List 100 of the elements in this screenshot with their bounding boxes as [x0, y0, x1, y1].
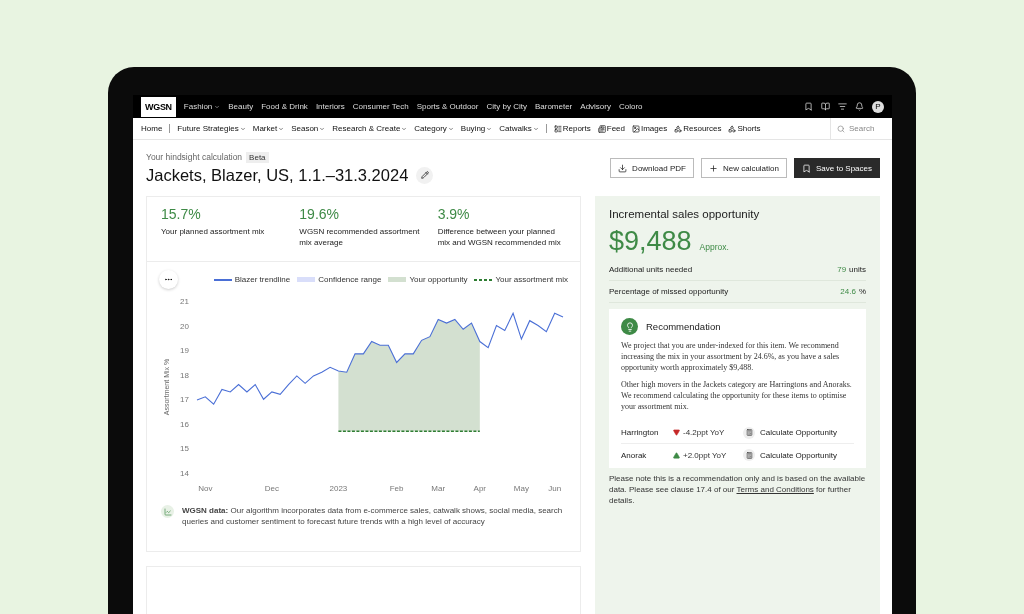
x-tick-label: May — [513, 484, 529, 493]
x-tick-label: Jun — [548, 484, 562, 493]
opportunity-amount: $9,488 — [609, 226, 692, 257]
page-eyebrow: Your hindsight calculation — [146, 152, 243, 162]
caret-icon — [486, 125, 493, 132]
calculator-icon — [743, 426, 755, 439]
nav-link[interactable]: Home — [141, 124, 163, 133]
legend-label: Confidence range — [318, 275, 382, 284]
brand-logo[interactable]: WGSN — [141, 96, 176, 117]
x-tick-label: 2023 — [329, 484, 348, 493]
filter-icon[interactable] — [838, 102, 847, 111]
y-tick-label: 19 — [180, 346, 189, 356]
top-nav-link[interactable]: Consumer Tech — [352, 102, 409, 111]
item-name: Harrington — [621, 428, 660, 438]
shapes-icon — [728, 124, 737, 133]
approx-label: Approx. — [699, 242, 729, 252]
top-nav-link[interactable]: City by City — [486, 102, 527, 111]
beta-badge: Beta — [246, 151, 269, 163]
metric-value: 3.9% — [437, 206, 471, 222]
top-nav-link[interactable]: Food & Drink — [261, 102, 308, 111]
nav-link[interactable]: Reports — [553, 124, 591, 133]
page-title: Jackets, Blazer, US, 1.1.–31.3.2024 — [146, 165, 409, 185]
image-icon — [632, 124, 640, 133]
disclaimer-text: Please note this is a recommendation only and is based on the available data. Please see clause 17.4 of our Terms and Conditions for further details. — [609, 474, 866, 507]
lightbulb-icon — [621, 318, 638, 335]
nav-link[interactable]: Market — [252, 124, 285, 133]
plus-icon — [708, 163, 718, 173]
top-nav-link[interactable]: Barometer — [534, 102, 573, 111]
y-tick-label: 16 — [180, 419, 189, 429]
y-tick-label: 15 — [180, 444, 189, 454]
pencil-icon — [420, 171, 429, 179]
y-tick-label: 18 — [180, 370, 189, 380]
nav-link[interactable]: Future Strategies — [177, 124, 246, 133]
x-tick-label: Apr — [473, 484, 487, 493]
book-icon[interactable] — [821, 102, 830, 111]
y-tick-label: 14 — [180, 469, 189, 478]
top-nav-link[interactable]: Advisory — [580, 102, 611, 111]
newspaper-icon — [597, 124, 606, 133]
panel-title: Incremental sales opportunity — [609, 208, 761, 220]
action-button[interactable]: Save to Spaces — [793, 158, 880, 178]
calculate-button[interactable]: Calculate Opportunity — [743, 449, 837, 462]
nav-link[interactable]: Feed — [597, 124, 625, 133]
edit-button[interactable] — [416, 166, 434, 184]
search-field[interactable]: Search — [830, 117, 892, 140]
nav-link[interactable]: Shorts — [728, 124, 761, 133]
y-tick-label: 20 — [180, 321, 189, 331]
item-name: Anorak — [621, 450, 648, 460]
stat-unit: units — [849, 265, 866, 274]
recommendation-text: Other high movers in the Jackets category are Harringtons and Anoraks. We recommend calculating the opportunity for these items to optimise your assortment mix. — [621, 378, 853, 413]
x-tick-label: Nov — [198, 484, 213, 493]
stat-value: 24.6 — [840, 287, 856, 296]
stat-unit: % — [858, 287, 866, 296]
nav-link[interactable]: Season — [291, 124, 326, 133]
download-icon — [618, 163, 628, 173]
caret-icon — [319, 125, 326, 132]
recommendation-title: Recommendation — [646, 321, 721, 332]
metric-label: WGSN recommended assortment mix average — [299, 226, 421, 249]
calculate-button[interactable]: Calculate Opportunity — [743, 426, 837, 439]
caret-icon — [278, 125, 285, 132]
chart-icon — [161, 505, 174, 518]
action-button[interactable]: New calculation — [700, 158, 787, 178]
metric-value: 15.7% — [161, 206, 202, 222]
top-nav-link[interactable]: Beauty — [228, 102, 254, 111]
nav-link[interactable]: Buying — [460, 124, 493, 133]
x-tick-label: Mar — [431, 484, 446, 493]
nav-link[interactable]: Catwalks — [499, 124, 539, 133]
top-nav-link[interactable]: Sports & Outdoor — [416, 102, 479, 111]
bookmark-icon[interactable] — [804, 102, 813, 111]
stat-label: Additional units needed — [609, 265, 693, 274]
x-tick-label: Feb — [389, 484, 404, 493]
caret-icon — [447, 125, 454, 132]
x-tick-label: Dec — [264, 484, 279, 493]
trend-change: -4.2ppt YoY — [683, 428, 725, 438]
nav-link[interactable]: Research & Create — [332, 124, 408, 133]
top-nav-link[interactable]: Interiors — [315, 102, 345, 111]
top-nav-link[interactable]: Fashion — [183, 102, 221, 111]
caret-icon — [532, 125, 539, 132]
more-icon — [164, 275, 173, 284]
calculator-icon — [743, 449, 755, 462]
caret-icon — [214, 103, 221, 110]
y-tick-label: 21 — [180, 297, 189, 306]
profile-avatar[interactable]: P — [872, 100, 884, 113]
top-nav-link[interactable]: Coloro — [619, 102, 643, 111]
bell-icon[interactable] — [855, 102, 864, 111]
legend-label: Blazer trendline — [234, 275, 291, 284]
nav-link[interactable]: Images — [632, 124, 668, 133]
shapes-icon — [674, 124, 683, 133]
metric-value: 19.6% — [299, 206, 341, 222]
caret-icon — [239, 125, 246, 132]
search-icon — [837, 124, 845, 133]
list-icon — [553, 124, 562, 133]
terms-link[interactable]: Terms and Conditions — [736, 484, 814, 494]
nav-link[interactable]: Category — [414, 124, 454, 133]
action-button[interactable]: Download PDF — [610, 158, 694, 178]
stat-label: Percentage of missed opportunity — [609, 287, 729, 296]
metric-label: Difference between your planned mix and WGSN recommended mix — [437, 226, 562, 249]
nav-link[interactable]: Resources — [674, 124, 722, 133]
stat-value: 79 — [837, 265, 847, 274]
y-tick-label: 17 — [180, 395, 189, 405]
recommendation-text: We project that you are under-indexed for this item. We recommend increasing the mix in your assortment by 24.6%, as you have a sales opportunity worth approximately $9,488. — [621, 340, 841, 374]
